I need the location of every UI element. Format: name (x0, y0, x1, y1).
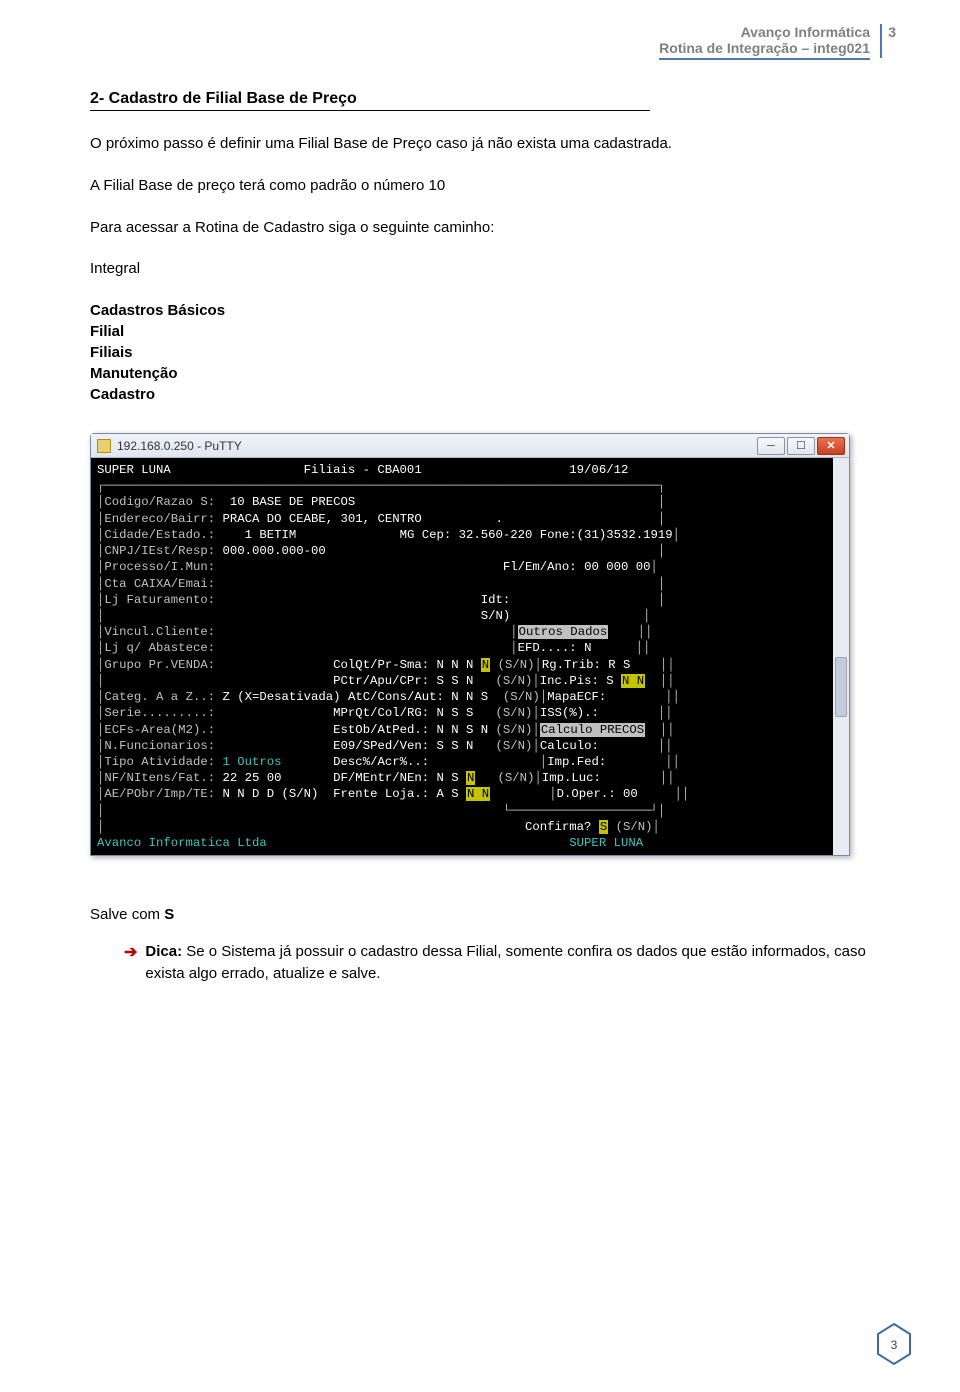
t-r10-c3: EFD....: N (518, 641, 592, 655)
tip-text: Dica: Se o Sistema já possuir o cadastro… (145, 941, 870, 985)
t-r11-c3: Rg.Trib: R S (542, 658, 631, 672)
t-r14-c3: ISS(%).: (540, 706, 599, 720)
t-r11-hi: N (481, 658, 490, 672)
putty-window: 192.168.0.250 - PuTTY ─ ☐ ✕ SUPER LUNA F… (90, 433, 850, 856)
term-footer-left: Avanco Informatica Ltda (97, 836, 267, 850)
section-heading: 2- Cadastro de Filial Base de Preço (90, 90, 650, 111)
paragraph-4: Integral (90, 258, 870, 280)
menu-path: Cadastros Básicos Filial Filiais Manuten… (90, 300, 870, 405)
paragraph-2: A Filial Base de preço terá como padrão … (90, 175, 870, 197)
t-r19-label: AE/PObr/Imp/TE: (104, 787, 215, 801)
close-button[interactable]: ✕ (817, 437, 845, 455)
t-r12-c3a: Inc.Pis: S (540, 674, 621, 688)
window-title: 192.168.0.250 - PuTTY (117, 439, 757, 453)
t-r17-c3: Imp.Fed: (547, 755, 606, 769)
t-r2-val: PRACA DO CEABE, 301, CENTRO . (215, 512, 503, 526)
t-r4-label: CNPJ/IEst/Resp: (104, 544, 215, 558)
menu-l2: Filial (90, 321, 870, 342)
header-routine: Rotina de Integração – integ021 (659, 40, 870, 60)
t-r13-val: Z (X=Desativada) (215, 690, 340, 704)
t-r16-c3: Calculo: (540, 739, 599, 753)
page-number-top: 3 (880, 24, 896, 58)
arrow-icon: ➔ (124, 941, 137, 964)
t-r3-val: 1 BETIM (215, 528, 399, 542)
t-r16-sn: (S/N) (496, 739, 533, 753)
t-r11-sn: (S/N) (498, 658, 535, 672)
t-r2-label: Endereco/Bairr: (104, 512, 215, 526)
t-r19-mid: Frente Loja.: A S (333, 787, 458, 801)
t-r15-label: ECFs-Area(M2).: (104, 723, 215, 737)
window-controls: ─ ☐ ✕ (757, 437, 845, 455)
t-conf-ans: S (599, 820, 608, 834)
scrollbar-thumb[interactable] (835, 657, 847, 717)
t-r5-extra: Fl/Em/Ano: 00 000 00 (503, 560, 651, 574)
t-r12-mid: PCtr/Apu/CPr: S S N (333, 674, 473, 688)
t-r1-label: Codigo/Razao S: (104, 495, 215, 509)
t-r3-extra: MG Cep: 32.560-220 Fone:(31)3532.1919 (400, 528, 673, 542)
t-r13-label: Categ. A a Z..: (104, 690, 215, 704)
t-r16-mid: E09/SPed/Ven: S S N (333, 739, 473, 753)
term-footer-right: SUPER LUNA (569, 836, 643, 850)
doc-header: Avanço Informática Rotina de Integração … (659, 24, 870, 60)
t-r10-label: Lj q/ Abastece: (104, 641, 215, 655)
t-r8-extra: S/N) (481, 609, 511, 623)
t-r18-sn: (S/N) (498, 771, 535, 785)
t-r6-label: Cta CAIXA/Emai: (104, 577, 215, 591)
t-r18-hi: N (466, 771, 475, 785)
term-header-center: Filiais - CBA001 (304, 463, 422, 477)
t-r14-mid: MPrQt/Col/RG: N S S (333, 706, 473, 720)
window-titlebar[interactable]: 192.168.0.250 - PuTTY ─ ☐ ✕ (91, 434, 849, 458)
t-r12-sn: (S/N) (496, 674, 533, 688)
t-r13-mid: AtC/Cons/Aut: N N S (348, 690, 488, 704)
menu-l1: Cadastros Básicos (90, 300, 870, 321)
header-company: Avanço Informática (659, 24, 870, 40)
t-r13-c3: MapaECF: (547, 690, 606, 704)
t-r12-c3b: N N (621, 674, 645, 688)
t-conf: Confirma? (525, 820, 599, 834)
t-r19-c3: D.Oper.: 00 (557, 787, 638, 801)
minimize-button[interactable]: ─ (757, 437, 785, 455)
paragraph-1: O próximo passo é definir uma Filial Bas… (90, 133, 870, 155)
menu-l4: Manutenção (90, 363, 870, 384)
t-r9-box: Outros Dados (518, 625, 609, 639)
terminal[interactable]: SUPER LUNA Filiais - CBA001 19/06/12 ┌──… (91, 458, 849, 855)
t-r5-label: Processo/I.Mun: (104, 560, 215, 574)
menu-l3: Filiais (90, 342, 870, 363)
term-header-left: SUPER LUNA (97, 463, 171, 477)
menu-l5: Cadastro (90, 384, 870, 405)
t-r7-extra: Idt: (481, 593, 511, 607)
t-r3-label: Cidade/Estado.: (104, 528, 215, 542)
t-r7-label: Lj Faturamento: (104, 593, 215, 607)
putty-icon (97, 439, 111, 453)
t-r15-sn: (S/N) (496, 723, 533, 737)
t-r18-label: NF/NItens/Fat.: (104, 771, 215, 785)
t-r13-sn: (S/N) (503, 690, 540, 704)
t-conf-sn: (S/N) (608, 820, 652, 834)
t-r18-c3: Imp.Luc: (542, 771, 601, 785)
tip-row: ➔ Dica: Se o Sistema já possuir o cadast… (90, 941, 870, 985)
t-r15-mid: EstOb/AtPed.: N N S N (333, 723, 488, 737)
t-r18-mid: DF/MEntr/NEn: N S (333, 771, 458, 785)
t-r18-val: 22 25 00 (215, 771, 281, 785)
t-r1-val: 10 BASE DE PRECOS (215, 495, 355, 509)
t-r14-label: Serie.........: (104, 706, 215, 720)
maximize-button[interactable]: ☐ (787, 437, 815, 455)
page-number-bottom: 3 (874, 1338, 914, 1352)
t-r11-mid: ColQt/Pr-Sma: N N N (333, 658, 473, 672)
t-r16-label: N.Funcionarios: (104, 739, 215, 753)
t-r17-mid: Desc%/Acr%..: (333, 755, 429, 769)
paragraph-3: Para acessar a Rotina de Cadastro siga o… (90, 217, 870, 239)
save-instruction: Salve com S (90, 906, 870, 923)
term-header-right: 19/06/12 (569, 463, 628, 477)
t-r19-val: N N D D (S/N) (215, 787, 318, 801)
t-r15-box: Calculo PRECOS (540, 723, 645, 737)
t-r9-label: Vincul.Cliente: (104, 625, 215, 639)
page-badge: 3 (874, 1322, 914, 1366)
t-r17-label: Tipo Atividade: (104, 755, 215, 769)
t-r14-sn: (S/N) (496, 706, 533, 720)
t-r11-label: Grupo Pr.VENDA: (104, 658, 215, 672)
t-r19-hi: N N (466, 787, 490, 801)
t-r17-val: 1 Outros (215, 755, 281, 769)
t-r4-val: 000.000.000-00 (215, 544, 326, 558)
